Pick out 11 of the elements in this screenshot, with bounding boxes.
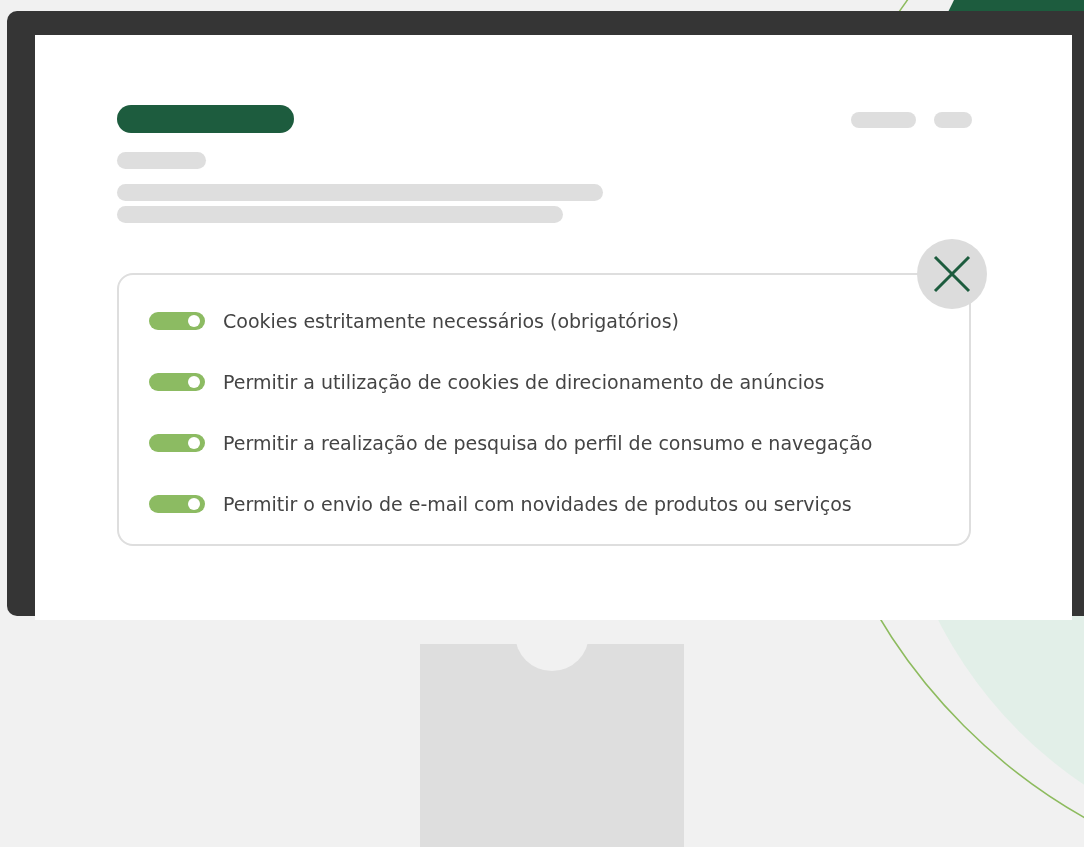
toggle-label: Cookies estritamente necessários (obrigatórios) — [223, 310, 680, 332]
toggle-switch[interactable] — [149, 312, 205, 330]
placeholder-bar — [851, 112, 916, 128]
toggle-switch[interactable] — [149, 434, 205, 452]
toggle-label: Permitir a utilização de cookies de direcionamento de anúncios — [223, 371, 825, 393]
toggle-label: Permitir a realização de pesquisa do perfil de consumo e navegação — [223, 432, 873, 454]
toggle-switch[interactable] — [149, 373, 205, 391]
placeholder-bar — [934, 112, 972, 128]
close-icon — [933, 255, 971, 293]
toggle-label: Permitir o envio de e-mail com novidades de produtos ou serviços — [223, 493, 852, 515]
toggle-switch[interactable] — [149, 495, 205, 513]
